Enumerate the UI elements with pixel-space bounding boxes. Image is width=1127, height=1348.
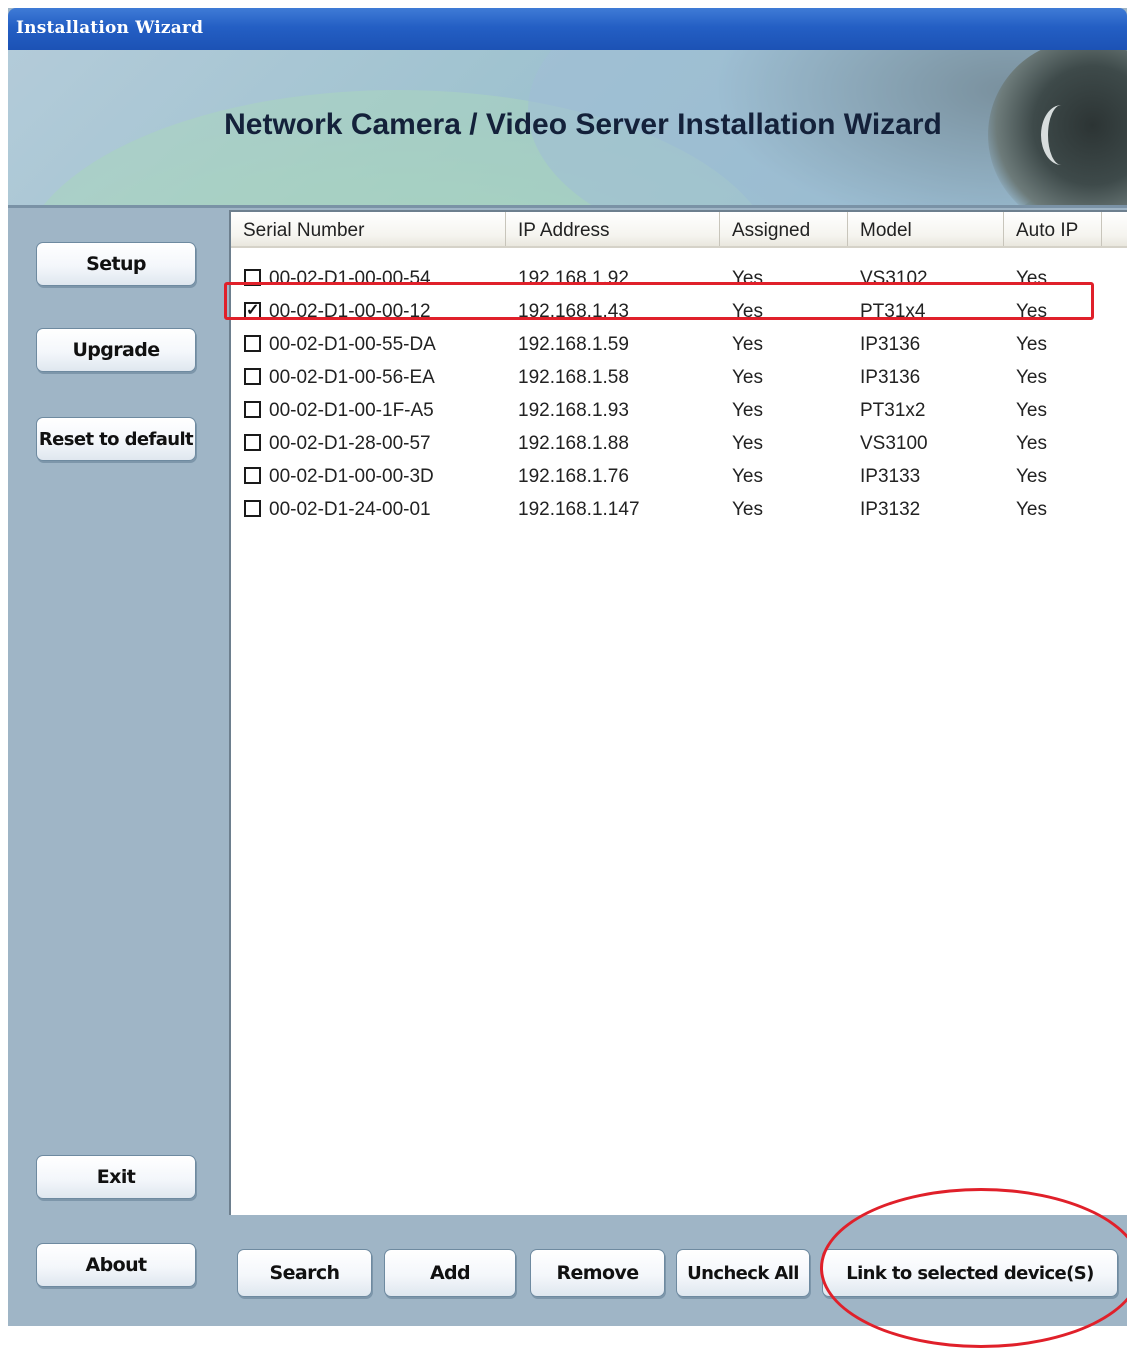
ip-address: 192.168.1.43 <box>518 301 629 322</box>
remove-button[interactable]: Remove <box>530 1249 665 1297</box>
model-value: PT31x2 <box>860 400 926 421</box>
table-row[interactable]: 00-02-D1-00-56-EA 192.168.1.58 Yes IP313… <box>231 361 1127 394</box>
row-checkbox[interactable] <box>244 368 261 385</box>
auto-ip-value: Yes <box>1016 433 1047 454</box>
serial-number: 00-02-D1-28-00-57 <box>269 433 431 454</box>
auto-ip-value: Yes <box>1016 499 1047 520</box>
auto-ip-value: Yes <box>1016 466 1047 487</box>
column-header-ip-address[interactable]: IP Address <box>506 212 720 246</box>
row-checkbox[interactable] <box>244 269 261 286</box>
table-row[interactable]: 00-02-D1-00-1F-A5 192.168.1.93 Yes PT31x… <box>231 394 1127 427</box>
model-value: VS3100 <box>860 433 928 454</box>
model-value: IP3136 <box>860 334 921 355</box>
assigned-value: Yes <box>732 301 763 322</box>
serial-number: 00-02-D1-00-55-DA <box>269 334 436 355</box>
title-bar: Installation Wizard <box>8 8 1127 50</box>
assigned-value: Yes <box>732 400 763 421</box>
model-value: IP3136 <box>860 367 921 388</box>
reset-to-default-button[interactable]: Reset to default <box>36 417 196 461</box>
ip-address: 192.168.1.92 <box>518 268 629 289</box>
column-header-auto-ip[interactable]: Auto IP <box>1004 212 1102 246</box>
assigned-value: Yes <box>732 268 763 289</box>
header-banner: Network Camera / Video Server Installati… <box>8 50 1127 205</box>
exit-button[interactable]: Exit <box>36 1155 196 1199</box>
auto-ip-value: Yes <box>1016 334 1047 355</box>
serial-number: 00-02-D1-24-00-01 <box>269 499 431 520</box>
list-header: Serial Number IP Address Assigned Model … <box>231 212 1127 248</box>
model-value: PT31x4 <box>860 301 926 322</box>
ip-address: 192.168.1.58 <box>518 367 629 388</box>
ip-address: 192.168.1.88 <box>518 433 629 454</box>
assigned-value: Yes <box>732 367 763 388</box>
assigned-value: Yes <box>732 334 763 355</box>
ip-address: 192.168.1.76 <box>518 466 629 487</box>
row-checkbox[interactable]: ✓ <box>244 302 261 319</box>
table-row[interactable]: ✓ 00-02-D1-00-00-12 192.168.1.43 Yes PT3… <box>231 295 1127 328</box>
installation-wizard-window: Installation Wizard Network Camera / Vid… <box>8 8 1127 1326</box>
add-button[interactable]: Add <box>384 1249 516 1297</box>
table-row[interactable]: 00-02-D1-00-55-DA 192.168.1.59 Yes IP313… <box>231 328 1127 361</box>
table-row[interactable]: 00-02-D1-24-00-01 192.168.1.147 Yes IP31… <box>231 493 1127 526</box>
column-header-serial-number[interactable]: Serial Number <box>231 212 506 246</box>
model-value: IP3133 <box>860 466 921 487</box>
ip-address: 192.168.1.147 <box>518 499 640 520</box>
row-checkbox[interactable] <box>244 500 261 517</box>
device-list[interactable]: Serial Number IP Address Assigned Model … <box>229 210 1127 1215</box>
column-header-assigned[interactable]: Assigned <box>720 212 848 246</box>
header-divider <box>8 205 1127 208</box>
auto-ip-value: Yes <box>1016 268 1047 289</box>
column-header-model[interactable]: Model <box>848 212 1004 246</box>
about-button[interactable]: About <box>36 1243 196 1287</box>
search-button[interactable]: Search <box>237 1249 372 1297</box>
auto-ip-value: Yes <box>1016 367 1047 388</box>
link-to-selected-device-button[interactable]: Link to selected device(S) <box>822 1249 1118 1297</box>
model-value: VS3102 <box>860 268 928 289</box>
table-row[interactable]: 00-02-D1-28-00-57 192.168.1.88 Yes VS310… <box>231 427 1127 460</box>
serial-number: 00-02-D1-00-00-3D <box>269 466 434 487</box>
auto-ip-value: Yes <box>1016 400 1047 421</box>
serial-number: 00-02-D1-00-00-54 <box>269 268 431 289</box>
ip-address: 192.168.1.59 <box>518 334 629 355</box>
row-checkbox[interactable] <box>244 434 261 451</box>
setup-button[interactable]: Setup <box>36 242 196 286</box>
table-row[interactable]: 00-02-D1-00-00-54 192.168.1.92 Yes VS310… <box>231 262 1127 295</box>
auto-ip-value: Yes <box>1016 301 1047 322</box>
assigned-value: Yes <box>732 433 763 454</box>
upgrade-button[interactable]: Upgrade <box>36 328 196 372</box>
serial-number: 00-02-D1-00-00-12 <box>269 301 431 322</box>
assigned-value: Yes <box>732 499 763 520</box>
window-title: Installation Wizard <box>16 18 204 38</box>
serial-number: 00-02-D1-00-1F-A5 <box>269 400 434 421</box>
serial-number: 00-02-D1-00-56-EA <box>269 367 435 388</box>
uncheck-all-button[interactable]: Uncheck All <box>676 1249 810 1297</box>
row-checkbox[interactable] <box>244 335 261 352</box>
assigned-value: Yes <box>732 466 763 487</box>
ip-address: 192.168.1.93 <box>518 400 629 421</box>
row-checkbox[interactable] <box>244 467 261 484</box>
banner-title: Network Camera / Video Server Installati… <box>224 108 942 141</box>
model-value: IP3132 <box>860 499 921 520</box>
table-row[interactable]: 00-02-D1-00-00-3D 192.168.1.76 Yes IP313… <box>231 460 1127 493</box>
row-checkbox[interactable] <box>244 401 261 418</box>
